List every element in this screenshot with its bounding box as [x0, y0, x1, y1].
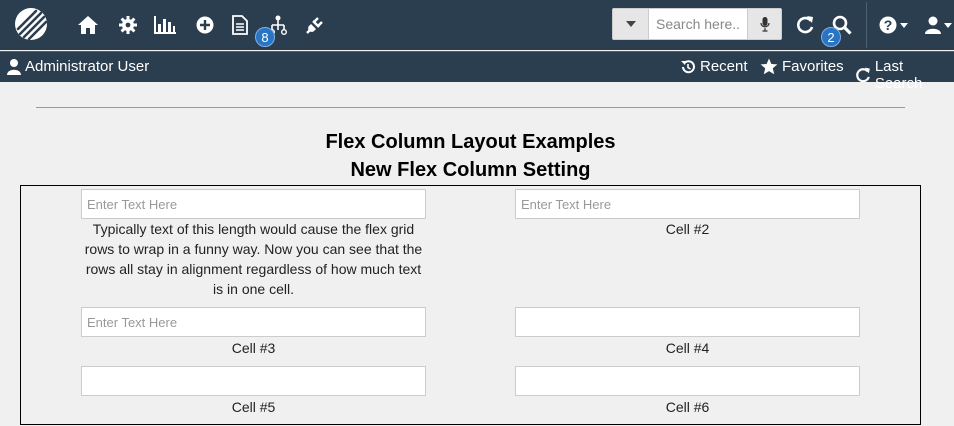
cell-5-input[interactable] — [81, 366, 426, 396]
global-search — [612, 8, 782, 40]
cell-1-label: Typically text of this length would caus… — [84, 221, 423, 297]
cell-3-input[interactable] — [81, 307, 426, 337]
flex-column-grid: Typically text of this length would caus… — [20, 185, 921, 425]
search-input[interactable] — [649, 9, 747, 39]
gear-icon[interactable] — [116, 13, 140, 37]
top-navbar: 8 2 ? — [0, 0, 954, 50]
cell-3-label: Cell #3 — [231, 340, 276, 356]
last-search-link[interactable]: Last Search — [855, 58, 954, 92]
star-icon — [760, 58, 778, 75]
history-icon — [681, 59, 695, 73]
favorites-label: Favorites — [782, 58, 844, 75]
cell-6-label: Cell #6 — [665, 399, 710, 415]
cell-2-label: Cell #2 — [665, 221, 710, 237]
document-icon[interactable] — [228, 13, 252, 37]
cell-1-input[interactable] — [81, 189, 426, 219]
recent-label: Recent — [700, 58, 748, 75]
recent-link[interactable]: Recent — [680, 58, 748, 75]
cell-2-input[interactable] — [515, 189, 860, 219]
last-search-label: Last Search — [874, 58, 923, 92]
help-icon[interactable]: ? — [878, 13, 910, 37]
current-user[interactable]: Administrator User — [6, 58, 149, 75]
refresh-icon[interactable] — [793, 13, 817, 37]
cell-4-label: Cell #4 — [665, 340, 710, 356]
page-subtitle: New Flex Column Setting — [350, 159, 591, 181]
add-circle-icon[interactable] — [193, 13, 217, 37]
user-name: Administrator User — [25, 58, 150, 75]
cell-5-label: Cell #5 — [231, 399, 276, 415]
user-icon — [7, 59, 21, 75]
search-count-badge: 2 — [821, 27, 841, 47]
cell-4-input[interactable] — [515, 307, 860, 337]
microphone-icon[interactable] — [747, 9, 781, 39]
horizontal-rule — [36, 107, 905, 108]
chart-icon[interactable] — [153, 13, 177, 37]
header-divider — [866, 2, 867, 48]
svg-text:?: ? — [884, 17, 893, 33]
page-title: Flex Column Layout Examples — [325, 131, 616, 153]
caret-down-icon — [625, 21, 636, 27]
refresh-icon — [856, 67, 870, 83]
cell-6-input[interactable] — [515, 366, 860, 396]
search-scope-dropdown[interactable] — [613, 9, 649, 39]
logo-icon[interactable] — [14, 7, 48, 41]
user-menu-icon[interactable] — [922, 13, 954, 37]
home-icon[interactable] — [76, 13, 100, 37]
favorites-link[interactable]: Favorites — [760, 58, 844, 75]
plug-icon[interactable] — [303, 13, 327, 37]
sitemap-count-badge: 8 — [255, 27, 275, 47]
